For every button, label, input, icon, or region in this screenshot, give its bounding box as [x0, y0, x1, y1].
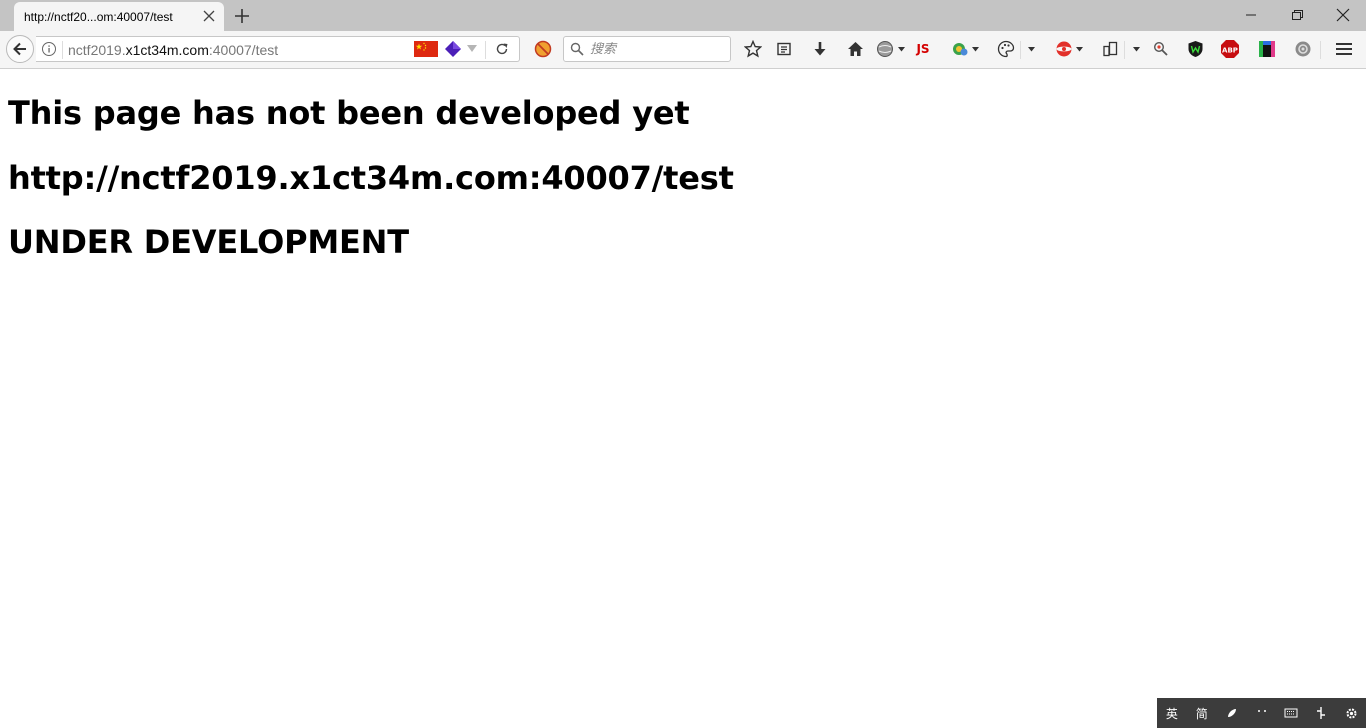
- magnifier-addon-icon[interactable]: [1151, 39, 1171, 59]
- chevron-down-icon[interactable]: [467, 45, 477, 53]
- ime-toolbar: 英 简: [1157, 698, 1366, 728]
- js-toggle-icon[interactable]: JS: [913, 39, 933, 59]
- search-bar[interactable]: [563, 36, 731, 62]
- info-icon[interactable]: [41, 41, 57, 57]
- url-suffix: :40007/test: [208, 42, 279, 58]
- adblock-plus-icon[interactable]: ABP: [1220, 39, 1240, 59]
- heading-url: http://nctf2019.x1ct34m.com:40007/test: [8, 159, 734, 197]
- tampermonkey-icon[interactable]: [1257, 39, 1277, 59]
- new-tab-icon[interactable]: [233, 7, 251, 25]
- translate-addon-icon[interactable]: [950, 39, 970, 59]
- diamond-addon-icon[interactable]: [444, 40, 462, 58]
- heading-under-development: UNDER DEVELOPMENT: [8, 223, 409, 261]
- home-icon[interactable]: [845, 39, 865, 59]
- reading-list-icon[interactable]: [774, 39, 794, 59]
- js-label: JS: [916, 42, 930, 56]
- back-button[interactable]: [6, 35, 34, 63]
- tab-title: http://nctf20...om:40007/test: [24, 9, 173, 24]
- ime-simplified-toggle[interactable]: 简: [1187, 698, 1217, 728]
- chevron-down-icon[interactable]: [1076, 47, 1083, 52]
- settings-addon-icon[interactable]: [1293, 39, 1313, 59]
- globe-addon-icon[interactable]: [875, 39, 895, 59]
- restore-icon[interactable]: [1287, 6, 1307, 24]
- ime-language-toggle[interactable]: 英: [1157, 698, 1187, 728]
- abp-label: ABP: [1222, 46, 1238, 54]
- tab-strip: http://nctf20...om:40007/test: [0, 0, 1366, 31]
- chevron-down-icon[interactable]: [1028, 47, 1035, 52]
- url-domain: x1ct34m.com: [125, 42, 209, 58]
- devices-icon[interactable]: [1100, 39, 1120, 59]
- reload-icon[interactable]: [494, 41, 510, 57]
- chevron-down-icon[interactable]: [1133, 47, 1140, 52]
- noscript-icon[interactable]: [533, 39, 553, 59]
- ime-skin-icon[interactable]: [1217, 698, 1247, 728]
- nav-toolbar: nctf2019.x1ct34m.com:40007/test 搜索 JS AB…: [0, 31, 1366, 69]
- chevron-down-icon[interactable]: [972, 47, 979, 52]
- url-bar[interactable]: nctf2019.x1ct34m.com:40007/test: [36, 36, 520, 62]
- palette-icon[interactable]: [996, 39, 1016, 59]
- back-arrow-icon: [13, 42, 26, 56]
- ime-tools-icon[interactable]: [1306, 698, 1336, 728]
- ime-keyboard-icon[interactable]: [1276, 698, 1306, 728]
- browser-tab[interactable]: http://nctf20...om:40007/test: [14, 2, 224, 31]
- url-text: nctf2019.x1ct34m.com:40007/test: [68, 42, 278, 58]
- search-input[interactable]: [590, 40, 720, 58]
- search-icon: [570, 42, 584, 56]
- menu-icon[interactable]: [1334, 39, 1354, 59]
- close-window-icon[interactable]: [1333, 6, 1353, 24]
- record-addon-icon[interactable]: [1054, 39, 1074, 59]
- shield-icon[interactable]: [1185, 39, 1205, 59]
- close-tab-icon[interactable]: [202, 9, 216, 23]
- heading-not-developed: This page has not been developed yet: [8, 94, 690, 132]
- bookmark-star-icon[interactable]: [743, 39, 763, 59]
- minimize-icon[interactable]: [1241, 6, 1261, 24]
- url-prefix: nctf2019.: [68, 42, 126, 58]
- download-icon[interactable]: [810, 39, 830, 59]
- ime-settings-icon[interactable]: [1336, 698, 1366, 728]
- ime-punctuation-icon[interactable]: [1247, 698, 1277, 728]
- china-flag-icon[interactable]: [414, 41, 438, 57]
- chevron-down-icon[interactable]: [898, 47, 905, 52]
